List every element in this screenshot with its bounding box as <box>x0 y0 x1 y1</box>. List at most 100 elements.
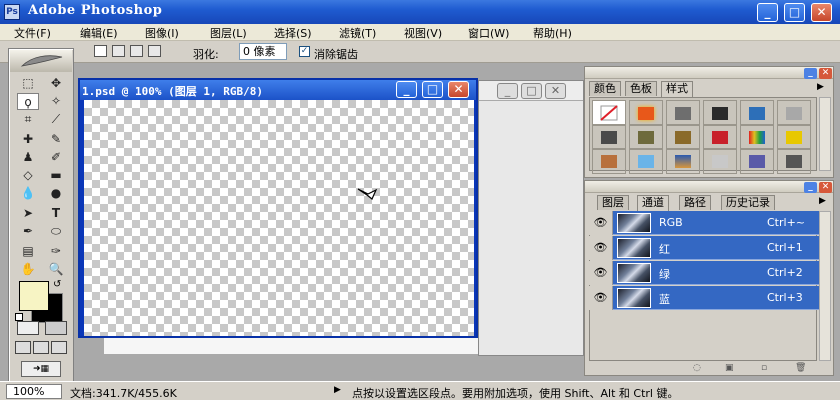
quick-mask-mode-icon[interactable] <box>45 321 67 335</box>
zoom-tool-icon[interactable]: 🔍 <box>45 261 67 278</box>
menu-image[interactable]: 图像(I) <box>145 25 179 41</box>
visibility-eye-icon[interactable]: 👁 <box>589 286 613 310</box>
tab-paths[interactable]: 路径 <box>679 195 711 210</box>
style-swatch[interactable] <box>740 124 774 150</box>
visibility-eye-icon[interactable]: 👁 <box>589 211 613 235</box>
eraser-tool-icon[interactable]: ◇ <box>17 167 39 184</box>
move-tool-icon[interactable]: ✥ <box>45 75 67 92</box>
style-swatch[interactable] <box>592 124 626 150</box>
document-titlebar[interactable]: 1.psd @ 100% (图层 1, RGB/8) _ □ ✕ <box>80 80 476 100</box>
standard-mode-icon[interactable] <box>17 321 39 335</box>
style-swatch[interactable] <box>666 100 700 126</box>
channel-row-blue[interactable]: 👁 蓝 Ctrl+3 <box>589 286 821 310</box>
clone-stamp-tool-icon[interactable]: ♟ <box>17 149 39 166</box>
style-swatch[interactable] <box>703 100 737 126</box>
full-screen-icon[interactable] <box>51 341 67 354</box>
path-selection-tool-icon[interactable]: ➤ <box>17 205 39 222</box>
channels-palette-titlebar[interactable]: _ ✕ <box>585 181 833 193</box>
blur-tool-icon[interactable]: 💧 <box>17 185 39 202</box>
tab-swatches[interactable]: 色板 <box>625 81 657 96</box>
zoom-level-field[interactable]: 100% <box>6 384 62 399</box>
antialias-checkbox[interactable]: ✓ <box>299 46 310 57</box>
jump-to-imageready-icon[interactable]: ➜▦ <box>21 361 61 377</box>
shape-tool-icon[interactable]: ⬭ <box>45 223 67 240</box>
menu-help[interactable]: 帮助(H) <box>533 25 572 41</box>
intersect-selection-icon[interactable] <box>148 45 161 57</box>
menu-edit[interactable]: 编辑(E) <box>80 25 118 41</box>
gradient-tool-icon[interactable]: ▬ <box>45 167 67 184</box>
eyedropper-tool-icon[interactable]: ✑ <box>45 243 67 260</box>
toolbox-header[interactable] <box>10 50 72 72</box>
tab-history[interactable]: 历史记录 <box>721 195 775 210</box>
subtract-selection-icon[interactable] <box>130 45 143 57</box>
style-swatch[interactable] <box>703 148 737 174</box>
healing-brush-tool-icon[interactable]: ✚ <box>17 131 39 148</box>
visibility-eye-icon[interactable]: 👁 <box>589 261 613 285</box>
dodge-tool-icon[interactable]: ● <box>45 185 67 202</box>
menu-select[interactable]: 选择(S) <box>274 25 312 41</box>
slice-tool-icon[interactable]: ⟋ <box>45 111 67 128</box>
menu-file[interactable]: 文件(F) <box>14 25 51 41</box>
style-swatch[interactable] <box>666 148 700 174</box>
type-tool-icon[interactable]: T <box>45 205 67 222</box>
channels-palette-minimize-icon[interactable]: _ <box>804 182 817 193</box>
background-document-titlebar[interactable]: _ □ ✕ <box>479 81 583 101</box>
pen-tool-icon[interactable]: ✒ <box>17 223 39 240</box>
feather-input[interactable]: 0 像素 <box>239 43 287 60</box>
style-swatch[interactable] <box>740 100 774 126</box>
channels-palette-close-icon[interactable]: ✕ <box>819 182 832 193</box>
style-swatch[interactable] <box>777 100 811 126</box>
save-selection-icon[interactable]: ▣ <box>725 363 734 373</box>
maximize-button[interactable]: □ <box>784 3 805 22</box>
photoshop-app-icon[interactable]: Ps <box>4 4 20 20</box>
hand-tool-icon[interactable]: ✋ <box>17 261 39 278</box>
menu-layer[interactable]: 图层(L) <box>210 25 247 41</box>
style-swatch[interactable] <box>740 148 774 174</box>
visibility-eye-icon[interactable]: 👁 <box>589 236 613 260</box>
style-none[interactable] <box>592 100 626 126</box>
foreground-color-swatch[interactable] <box>19 281 49 311</box>
marquee-tool-icon[interactable]: ⬚ <box>17 75 39 92</box>
document-minimize-button[interactable]: _ <box>396 81 417 98</box>
menu-filter[interactable]: 滤镜(T) <box>339 25 376 41</box>
channels-scrollbar[interactable] <box>819 211 831 361</box>
new-channel-icon[interactable]: ▫ <box>761 363 767 373</box>
tab-layers[interactable]: 图层 <box>597 195 629 210</box>
channel-row-rgb[interactable]: 👁 RGB Ctrl+~ <box>589 211 821 235</box>
document-canvas[interactable] <box>84 100 474 336</box>
styles-menu-arrow-icon[interactable]: ▶ <box>817 82 824 92</box>
crop-tool-icon[interactable]: ⌗ <box>17 111 39 128</box>
style-swatch[interactable] <box>629 100 663 126</box>
close-button[interactable]: ✕ <box>811 3 832 22</box>
document-close-button[interactable]: ✕ <box>448 81 469 98</box>
full-screen-menu-icon[interactable] <box>33 341 49 354</box>
style-swatch[interactable] <box>777 124 811 150</box>
notes-tool-icon[interactable]: ▤ <box>17 243 39 260</box>
style-swatch[interactable] <box>629 148 663 174</box>
tab-styles[interactable]: 样式 <box>661 81 693 97</box>
swap-colors-icon[interactable]: ↺ <box>53 279 61 290</box>
default-colors-icon[interactable] <box>15 313 23 321</box>
channel-row-green[interactable]: 👁 绿 Ctrl+2 <box>589 261 821 285</box>
delete-channel-icon[interactable]: 🗑 <box>795 363 806 373</box>
history-brush-tool-icon[interactable]: ✐ <box>45 149 67 166</box>
background-minimize-icon[interactable]: _ <box>497 83 518 99</box>
background-close-icon[interactable]: ✕ <box>545 83 566 99</box>
status-menu-arrow-icon[interactable]: ▶ <box>334 385 341 395</box>
brush-tool-icon[interactable]: ✎ <box>45 131 67 148</box>
tab-channels[interactable]: 通道 <box>637 195 669 211</box>
style-swatch[interactable] <box>666 124 700 150</box>
channel-row-red[interactable]: 👁 红 Ctrl+1 <box>589 236 821 260</box>
styles-palette-titlebar[interactable]: _ ✕ <box>585 67 833 79</box>
style-swatch[interactable] <box>777 148 811 174</box>
load-selection-icon[interactable]: ◌ <box>693 363 701 373</box>
new-selection-icon[interactable] <box>94 45 107 57</box>
style-swatch[interactable] <box>592 148 626 174</box>
standard-screen-icon[interactable] <box>15 341 31 354</box>
styles-palette-minimize-icon[interactable]: _ <box>804 68 817 79</box>
styles-palette-close-icon[interactable]: ✕ <box>819 68 832 79</box>
background-document-window[interactable]: _ □ ✕ <box>478 80 584 356</box>
add-selection-icon[interactable] <box>112 45 125 57</box>
menu-view[interactable]: 视图(V) <box>404 25 442 41</box>
lasso-tool-icon[interactable]: ϙ <box>17 93 39 110</box>
